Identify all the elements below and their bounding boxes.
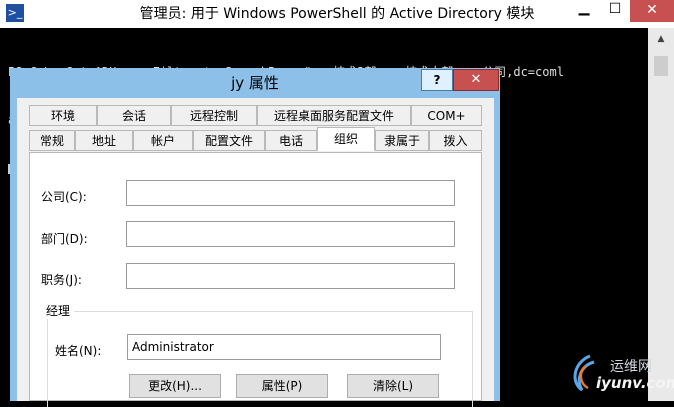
- organization-panel: 公司(C): 部门(D): 职务(J): 经理 姓名(N): Administr…: [29, 152, 482, 407]
- title-label: 职务(J):: [41, 273, 82, 287]
- tab-environment[interactable]: 环境: [29, 105, 97, 126]
- dialog-titlebar[interactable]: jy 属性 ? ✕: [10, 68, 500, 98]
- tab-profile[interactable]: 配置文件: [193, 130, 265, 151]
- tab-telephones[interactable]: 电话: [265, 130, 317, 151]
- console-scrollbar[interactable]: ▲: [648, 28, 674, 401]
- department-field[interactable]: [126, 221, 455, 247]
- tab-organization[interactable]: 组织: [317, 127, 375, 151]
- tab-member-of[interactable]: 隶属于: [375, 130, 429, 151]
- tab-dial-in[interactable]: 拨入: [429, 130, 482, 151]
- tab-account[interactable]: 帐户: [133, 130, 193, 151]
- watermark-logo-icon: [573, 354, 595, 392]
- console-close-button[interactable]: ✕: [630, 0, 674, 22]
- maximize-button[interactable]: ☐: [600, 0, 630, 22]
- console-titlebar: >_ 管理员: 用于 Windows PowerShell 的 Active D…: [0, 0, 674, 28]
- tab-remote-desktop-profile[interactable]: 远程桌面服务配置文件: [257, 105, 411, 126]
- scroll-up-arrow-icon[interactable]: ▲: [648, 30, 674, 48]
- dialog-body: 环境 会话 远程控制 远程桌面服务配置文件 COM+ 常规 地址 帐户 配置文件…: [17, 98, 494, 407]
- tab-general[interactable]: 常规: [29, 130, 75, 151]
- company-field[interactable]: [126, 180, 455, 206]
- scroll-thumb[interactable]: [654, 56, 668, 76]
- manager-group-label: 经理: [42, 302, 75, 319]
- change-manager-button[interactable]: 更改(H)...: [129, 374, 221, 398]
- minimize-button[interactable]: ▁: [570, 0, 598, 22]
- watermark-domain-text: iyunv.com: [596, 374, 674, 392]
- dialog-close-button[interactable]: ✕: [453, 69, 499, 91]
- department-label: 部门(D):: [41, 232, 88, 246]
- manager-name-field[interactable]: Administrator: [127, 334, 441, 360]
- clear-manager-button[interactable]: 清除(L): [347, 374, 439, 398]
- tab-com-plus[interactable]: COM+: [411, 105, 482, 126]
- manager-name-label: 姓名(N):: [55, 344, 102, 358]
- site-watermark: 运维网 iyunv.com: [560, 348, 674, 401]
- manager-properties-button[interactable]: 属性(P): [236, 374, 328, 398]
- job-title-field[interactable]: [126, 263, 455, 289]
- properties-dialog: jy 属性 ? ✕ 环境 会话 远程控制 远程桌面服务配置文件 COM+ 常规 …: [10, 68, 500, 407]
- tab-remote-control[interactable]: 远程控制: [171, 105, 257, 126]
- help-button[interactable]: ?: [421, 69, 453, 91]
- tab-sessions[interactable]: 会话: [97, 105, 171, 126]
- watermark-cn-text: 运维网: [610, 359, 652, 375]
- tab-address[interactable]: 地址: [75, 130, 133, 151]
- company-label: 公司(C):: [41, 190, 87, 204]
